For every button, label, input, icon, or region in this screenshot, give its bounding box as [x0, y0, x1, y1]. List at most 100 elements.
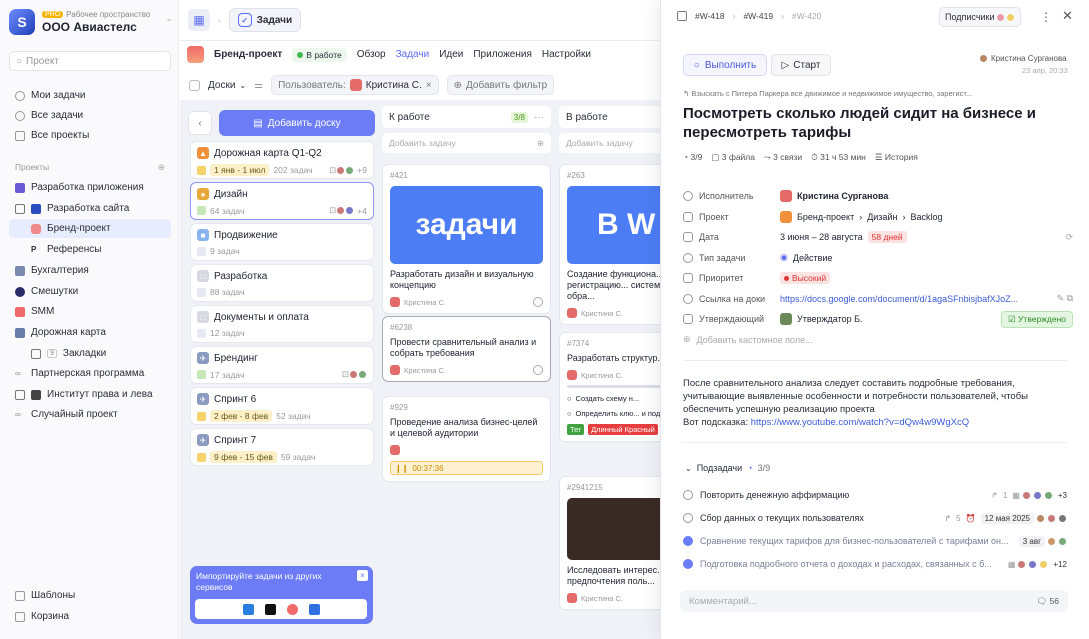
files-meta[interactable]: ▢ 3 файла	[711, 152, 755, 163]
sidebar-item-accounting[interactable]: Бухгалтерия	[9, 261, 171, 280]
subtask-row[interactable]: Сбор данных о текущих пользователях ↱ 5 ⏰ 12…	[683, 507, 1067, 529]
task-card[interactable]: #929 Проведение анализа бизнес-целей и ц…	[382, 396, 551, 482]
history-meta[interactable]: ☰ История	[875, 152, 918, 163]
project-search-input[interactable]: ○ Проект	[9, 51, 171, 71]
add-filter-button[interactable]: ⊕ Добавить фильтр	[446, 75, 555, 95]
asana-icon[interactable]	[286, 603, 298, 615]
sidebar-item-random[interactable]: ∞ Случайный проект	[9, 405, 171, 424]
close-icon[interactable]: ×	[426, 80, 432, 91]
sidebar-item-funny[interactable]: Смешутки	[9, 282, 171, 301]
sliders-icon[interactable]: ⚌	[254, 80, 263, 91]
task-description[interactable]: После сравнительного анализа следует сос…	[683, 377, 1063, 429]
tab-overview[interactable]: Обзор	[357, 49, 386, 60]
parent-task-link[interactable]: ↰ Взыскать с Питера Паркера все движимое…	[683, 89, 1063, 98]
notion-icon[interactable]	[264, 603, 276, 615]
tab-ideas[interactable]: Идеи	[439, 49, 463, 60]
sidebar-item-institute[interactable]: Институт права и лева	[9, 385, 171, 404]
add-task-input[interactable]: Добавить задачу	[559, 133, 660, 153]
board-card[interactable]: ✈ Спринт 6 2 фев - 8 фев 52 задач	[190, 387, 374, 425]
time-meta[interactable]: ⏱ 31 ч 53 мин	[811, 152, 866, 163]
complete-button[interactable]: ○ Выполнить	[683, 54, 767, 76]
field-doc-link[interactable]: Ссылка на доки https://docs.google.com/do…	[683, 289, 1073, 310]
task-card[interactable]: #421 задачи Разработать дизайн и визуаль…	[382, 164, 551, 314]
checkbox-circle[interactable]	[683, 513, 693, 523]
sidebar-item-bookmarks[interactable]: 9 Закладки	[9, 344, 171, 363]
tab-settings[interactable]: Настройки	[542, 49, 591, 60]
checkbox-circle[interactable]	[683, 559, 693, 569]
sidebar-item-templates[interactable]: Шаблоны	[9, 586, 171, 605]
checkbox-circle[interactable]	[683, 490, 693, 500]
panel-icon[interactable]	[677, 11, 687, 21]
more-icon[interactable]: ···	[534, 112, 544, 123]
tab-apps[interactable]: Приложения	[473, 49, 532, 60]
user-filter-chip[interactable]: Пользователь: Кристина С. ×	[271, 75, 439, 95]
edit-icon[interactable]: ✎ ⧉	[1057, 293, 1073, 304]
sidebar-item-all-tasks[interactable]: Все задачи	[9, 106, 171, 125]
task-card[interactable]: #6238 Провести сравнительный анализ и со…	[382, 316, 551, 382]
field-value[interactable]: https://docs.google.com/document/d/1agaS…	[780, 294, 1018, 304]
comment-input[interactable]: Комментарий... 🗨 56	[680, 590, 1068, 612]
subtask-row[interactable]: Повторить денежную аффирмацию ↱ 1 ▦ +3	[683, 484, 1067, 506]
field-assignee[interactable]: Исполнитель Кристина Сурганова	[683, 186, 1073, 207]
task-title[interactable]: Посмотреть сколько людей сидит на бизнес…	[683, 104, 1073, 142]
sidebar-item-smm[interactable]: SMM	[9, 302, 171, 321]
repeat-icon[interactable]: ⟳	[1065, 232, 1073, 243]
sidebar-item-trash[interactable]: Корзина	[9, 607, 171, 626]
subtask-row[interactable]: Сравнение текущих тарифов для бизнес-пол…	[683, 530, 1067, 552]
breadcrumb-item[interactable]: #W-418	[695, 11, 725, 21]
subtask-row[interactable]: Подготовка подробного отчета о доходах и…	[683, 553, 1067, 575]
board-card[interactable]: □ Документы и оплата 12 задач	[190, 305, 374, 343]
workspace-switcher[interactable]: S PRO Рабочее пространство ООО Авиастелс …	[9, 9, 173, 35]
task-card[interactable]: #263 В W Создание функциона... включая р…	[559, 164, 660, 325]
start-button[interactable]: ▷ Старт	[771, 54, 831, 76]
subtasks-header[interactable]: ⌄ Подзадачи ◔ 3/9	[685, 463, 770, 473]
status-badge[interactable]: В работе	[292, 47, 347, 62]
apps-grid-icon[interactable]: ▦	[188, 9, 210, 31]
add-board-button[interactable]: ▤ Добавить доску	[219, 110, 375, 136]
board-card[interactable]: ● Дизайн 64 задач ⊡ +4	[190, 182, 374, 220]
complete-circle[interactable]	[533, 365, 543, 375]
breadcrumb-item[interactable]: #W-419	[743, 11, 773, 21]
subtasks-meta[interactable]: ◔ 3/9	[683, 152, 702, 163]
field-project[interactable]: Проект Бренд-проект › Дизайн › Backlog	[683, 207, 1073, 228]
collapse-button[interactable]: ‹	[188, 111, 212, 135]
tab-tasks[interactable]: ✓ Задачи	[228, 8, 302, 32]
close-icon[interactable]: ×	[357, 570, 368, 581]
subscribers-button[interactable]: Подписчики	[939, 7, 1021, 27]
complete-circle[interactable]	[533, 297, 543, 307]
board-card[interactable]: □ Разработка 88 задач	[190, 264, 374, 302]
comments-count[interactable]: 🗨 56	[1036, 596, 1059, 607]
field-type[interactable]: Тип задачи ◉ Действие	[683, 248, 1073, 269]
board-card[interactable]: ■ Продвижение 9 задач	[190, 223, 374, 261]
sidebar-item-roadmap[interactable]: Дорожная карта	[9, 323, 171, 342]
hint-link[interactable]: https://www.youtube.com/watch?v=dQw4w9Wg…	[751, 417, 969, 428]
more-vertical-icon[interactable]: ⋮	[1040, 10, 1052, 24]
task-card[interactable]: #2941215 Исследовать интерес... и предпо…	[559, 476, 660, 610]
close-icon[interactable]: ✕	[1062, 8, 1073, 24]
sidebar-item-all-projects[interactable]: Все проекты	[9, 126, 171, 145]
links-meta[interactable]: ⤳ 3 связи	[764, 152, 802, 163]
sidebar-item-partner[interactable]: ∞ Партнерская программа	[9, 364, 171, 383]
add-project-icon[interactable]: ⊕	[158, 162, 165, 173]
board-card[interactable]: ✈ Брендинг 17 задач ⊡	[190, 346, 374, 384]
task-card[interactable]: #7374 Разработать структур... Кристина С…	[559, 332, 660, 442]
checkbox-circle[interactable]	[683, 536, 693, 546]
field-date[interactable]: Дата 3 июня – 28 августа 58 дней ⟳	[683, 227, 1073, 248]
field-priority[interactable]: Приоритет Высокий	[683, 268, 1073, 289]
sidebar-item-references[interactable]: P Референсы	[9, 240, 171, 259]
sidebar-item-app-dev[interactable]: Разработка приложения	[9, 178, 171, 197]
circle-icon[interactable]: ○	[567, 409, 572, 418]
board-card[interactable]: ✈ Спринт 7 9 фев - 15 фев 59 задач	[190, 428, 374, 466]
add-custom-field[interactable]: ⊕ Добавить кастомное поле...	[683, 330, 1073, 351]
select-all-checkbox[interactable]	[189, 79, 200, 91]
trello-icon[interactable]	[242, 603, 254, 615]
add-task-input[interactable]: Добавить задачу ⊕	[382, 133, 551, 153]
field-approver[interactable]: Утверждающий Утверждатор Б. ☑ Утверждено	[683, 309, 1073, 330]
sidebar-item-brand-project[interactable]: Бренд-проект	[9, 219, 171, 238]
board-card[interactable]: ▲ Дорожная карта Q1-Q2 1 янв - 1 июл 202 з…	[190, 141, 374, 179]
circle-icon[interactable]: ○	[567, 394, 572, 403]
approved-badge[interactable]: ☑ Утверждено	[1001, 310, 1073, 328]
sidebar-item-site-dev[interactable]: Разработка сайта	[9, 199, 171, 218]
sidebar-item-my-tasks[interactable]: Мои задачи	[9, 86, 171, 105]
view-select[interactable]: Доски ⌄	[208, 80, 246, 91]
